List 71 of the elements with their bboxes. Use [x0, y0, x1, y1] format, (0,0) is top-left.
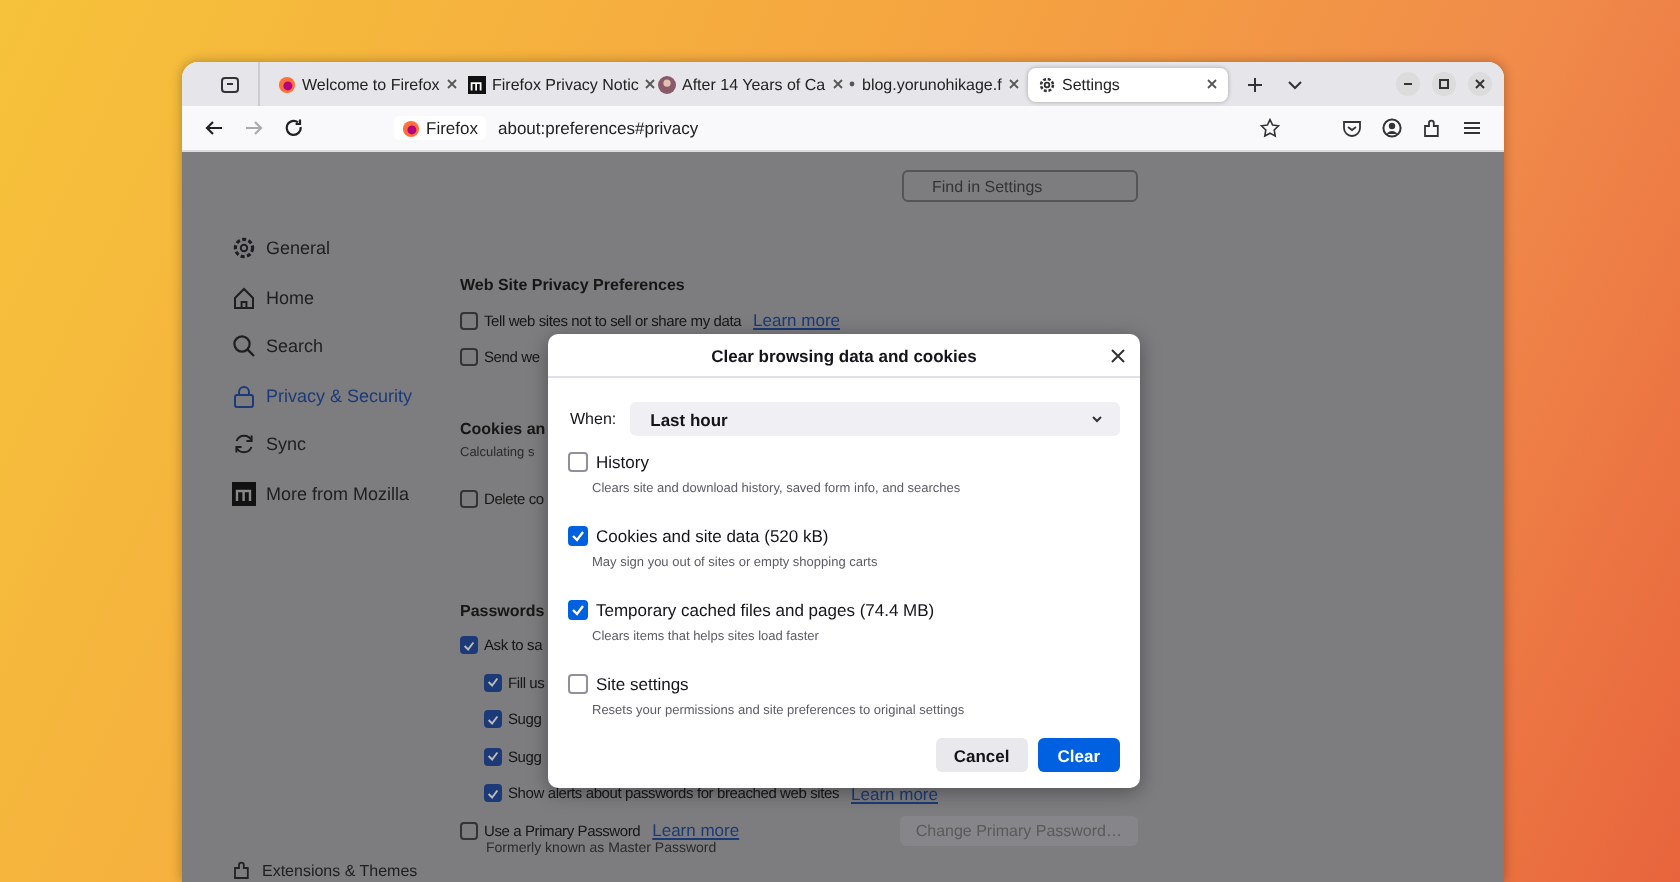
star-icon[interactable]: [1260, 118, 1280, 138]
browser-tab[interactable]: After 14 Years of Ca: [648, 67, 832, 101]
browser-tab[interactable]: blog.yorunohikage.f: [838, 67, 1022, 101]
time-range-dropdown[interactable]: Last hour: [630, 402, 1120, 436]
m-logo-icon: [232, 481, 256, 505]
home-icon: [232, 285, 256, 309]
when-label: When:: [570, 410, 617, 428]
checkbox[interactable]: [484, 784, 502, 803]
sync-icon: [232, 432, 256, 456]
tab-title: Settings: [1062, 75, 1122, 93]
browser-tab[interactable]: Welcome to Firefox: [268, 67, 452, 101]
secondary-button[interactable]: Cancel: [935, 738, 1028, 772]
url-text: about:preferences#privacy: [497, 118, 699, 138]
close-icon[interactable]: [1007, 78, 1020, 90]
checkbox[interactable]: [568, 452, 588, 472]
category-item[interactable]: Privacy & Security: [232, 381, 460, 409]
checkbox[interactable]: [460, 348, 478, 367]
option-label: Site settings: [596, 674, 689, 694]
category-item[interactable]: More from Mozilla: [232, 479, 460, 507]
checkbox[interactable]: [460, 311, 478, 330]
close-icon[interactable]: [445, 78, 458, 90]
close-icon[interactable]: [644, 78, 657, 90]
close-icon[interactable]: [831, 78, 844, 90]
browser-tab[interactable]: Settings: [1028, 67, 1228, 101]
close-icon[interactable]: [1206, 78, 1218, 90]
checkbox[interactable]: [484, 673, 502, 692]
dot-icon: [848, 80, 856, 88]
close-icon[interactable]: [1468, 72, 1492, 96]
extensions-themes-link[interactable]: Extensions & Themes: [232, 860, 460, 880]
tab-title: Firefox Privacy Notic: [492, 75, 639, 93]
checkbox[interactable]: [484, 747, 502, 766]
avatar-icon: [658, 75, 676, 93]
category-item[interactable]: Home: [232, 283, 460, 311]
checkbox[interactable]: [568, 526, 588, 546]
learn-more-link[interactable]: Learn more: [851, 783, 938, 804]
minimize-icon[interactable]: [1396, 72, 1420, 96]
puzzle-icon: [232, 860, 252, 880]
category-item[interactable]: General: [232, 234, 460, 262]
browser-tab[interactable]: Firefox Privacy Notic: [458, 67, 642, 101]
checkbox[interactable]: [484, 710, 502, 729]
dialog-title: Clear browsing data and cookies: [711, 345, 977, 365]
search-icon: [232, 334, 256, 358]
category-item[interactable]: Sync: [232, 430, 460, 458]
option-label: Cookies and site data (520 kB): [596, 526, 829, 546]
checkbox[interactable]: [568, 674, 588, 694]
option-label: History: [596, 452, 649, 472]
option-label: Temporary cached files and pages (74.4 MB): [596, 600, 935, 620]
section-heading: Cookies an: [460, 420, 546, 438]
primary-button[interactable]: Clear: [1037, 738, 1120, 772]
checkbox[interactable]: [460, 489, 478, 508]
identity-badge[interactable]: Firefox: [394, 116, 486, 140]
chevron-down-icon: [1090, 412, 1104, 426]
settings-icon: [1038, 75, 1056, 93]
learn-more-link[interactable]: Learn more: [652, 820, 740, 841]
maximize-icon[interactable]: [1432, 72, 1456, 96]
category-item[interactable]: Search: [232, 332, 460, 360]
checkbox[interactable]: [460, 821, 478, 840]
close-icon[interactable]: [1110, 348, 1126, 364]
section-heading: Passwords: [460, 601, 545, 619]
fox-globe-icon: [278, 75, 296, 93]
tab-title: After 14 Years of Ca: [682, 75, 826, 93]
search-field[interactable]: Find in Settings: [902, 170, 1138, 202]
tab-title: Welcome to Firefox: [302, 75, 440, 93]
section-heading: Web Site Privacy Preferences: [460, 276, 685, 294]
learn-more-link[interactable]: Learn more: [753, 310, 841, 331]
checkbox[interactable]: [460, 636, 478, 655]
settings-icon: [232, 236, 256, 260]
lock-icon: [232, 383, 256, 407]
tab-title: blog.yorunohikage.f: [862, 75, 1002, 93]
checkbox[interactable]: [568, 600, 588, 620]
m-logo-icon: [468, 75, 486, 93]
